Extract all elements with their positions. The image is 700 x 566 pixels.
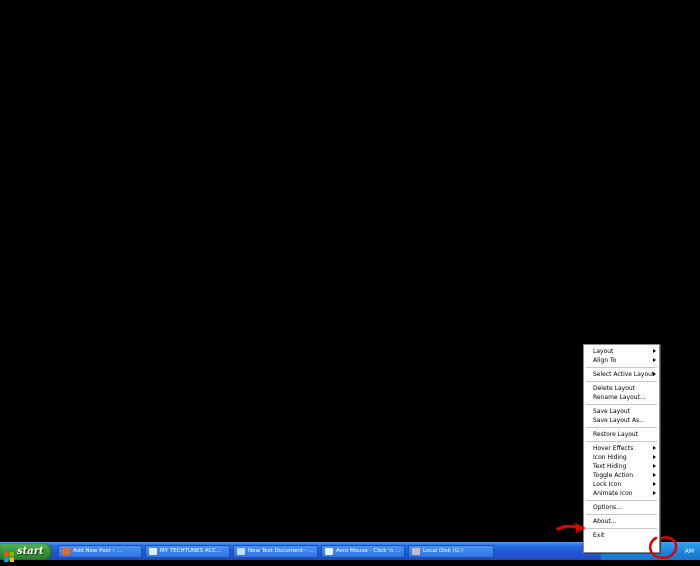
menu-item-label: Select Active Layout	[593, 371, 655, 378]
menu-item-label: Exit	[593, 532, 605, 539]
menu-item-lock-icon[interactable]: Lock Icon	[584, 480, 659, 489]
menu-item-toggle-action[interactable]: Toggle Action	[584, 471, 659, 480]
start-label: start	[17, 546, 44, 557]
submenu-arrow-icon	[653, 358, 656, 362]
menu-item-delete-layout[interactable]: Delete Layout	[584, 384, 659, 393]
menu-item-label: Layout	[593, 348, 614, 355]
taskbar-button[interactable]: MY TECHTUNES ACC...	[145, 545, 230, 558]
taskbar-button[interactable]: New Text Document - ...	[233, 545, 318, 558]
menu-item-label: Save Layout As...	[593, 417, 645, 424]
red-circle-annotation	[649, 536, 678, 559]
start-button[interactable]: start	[0, 543, 52, 562]
menu-separator	[586, 404, 657, 405]
drive-icon	[412, 548, 420, 555]
menu-item-align-to[interactable]: Align To	[584, 356, 659, 365]
menu-item-rename-layout[interactable]: Rename Layout...	[584, 393, 659, 402]
menu-item-label: Animate Icon	[593, 490, 633, 497]
clock[interactable]: AM	[685, 543, 694, 560]
submenu-arrow-icon	[653, 372, 656, 376]
document-icon	[149, 548, 157, 555]
submenu-arrow-icon	[653, 464, 656, 468]
menu-item-save-layout-as[interactable]: Save Layout As...	[584, 416, 659, 425]
submenu-arrow-icon	[653, 473, 656, 477]
menu-item-label: Delete Layout	[593, 385, 636, 392]
taskbar-button-label: MY TECHTUNES ACC...	[160, 548, 222, 554]
taskbar-button[interactable]: Add New Post ‹ …	[58, 545, 142, 558]
menu-item-icon-hiding[interactable]: Icon Hiding	[584, 453, 659, 462]
menu-separator	[586, 367, 657, 368]
menu-item-label: About...	[593, 518, 617, 525]
menu-separator	[586, 528, 657, 529]
firefox-icon	[62, 548, 70, 555]
taskbar-button-label: Local Disk (G:)	[423, 548, 463, 554]
taskbar-button-label: Add New Post ‹ …	[73, 548, 122, 554]
menu-item-label: Hover Effects	[593, 445, 634, 452]
menu-item-save-layout[interactable]: Save Layout	[584, 407, 659, 416]
notepad-icon	[237, 548, 245, 555]
menu-item-hover-effects[interactable]: Hover Effects	[584, 444, 659, 453]
menu-item-label: Restore Layout	[593, 431, 639, 438]
submenu-arrow-icon	[653, 455, 656, 459]
taskbar-button[interactable]: Local Disk (G:)	[408, 545, 494, 558]
menu-separator	[586, 500, 657, 501]
taskbar-button-label: Avro Mouse - Click 'n ...	[336, 548, 401, 554]
mouse-icon	[325, 548, 333, 555]
menu-item-label: Align To	[593, 357, 617, 364]
menu-item-label: Icon Hiding	[593, 454, 627, 461]
windows-logo-icon	[4, 547, 14, 562]
menu-item-animate-icon[interactable]: Animate Icon	[584, 489, 659, 498]
menu-separator	[586, 427, 657, 428]
menu-item-restore-layout[interactable]: Restore Layout	[584, 430, 659, 439]
menu-item-layout[interactable]: Layout	[584, 347, 659, 356]
menu-separator	[586, 381, 657, 382]
menu-item-label: Options...	[593, 504, 622, 511]
submenu-arrow-icon	[653, 349, 656, 353]
context-menu: Layout Align To Select Active Layout Delete…	[583, 344, 660, 553]
menu-separator	[586, 441, 657, 442]
menu-item-about[interactable]: About...	[584, 517, 659, 526]
menu-separator	[586, 514, 657, 515]
submenu-arrow-icon	[653, 482, 656, 486]
menu-item-text-hiding[interactable]: Text Hiding	[584, 462, 659, 471]
red-arrow-annotation	[556, 523, 586, 533]
menu-item-label: Text Hiding	[593, 463, 627, 470]
menu-item-select-active-layout[interactable]: Select Active Layout	[584, 370, 659, 379]
menu-item-label: Rename Layout...	[593, 394, 646, 401]
menu-item-label: Lock Icon	[593, 481, 622, 488]
taskbar-button-label: New Text Document - ...	[248, 548, 314, 554]
submenu-arrow-icon	[653, 491, 656, 495]
menu-item-options[interactable]: Options...	[584, 503, 659, 512]
menu-item-label: Toggle Action	[593, 472, 633, 479]
menu-item-label: Save Layout	[593, 408, 631, 415]
taskbar-button[interactable]: Avro Mouse - Click 'n ...	[321, 545, 405, 558]
submenu-arrow-icon	[653, 446, 656, 450]
